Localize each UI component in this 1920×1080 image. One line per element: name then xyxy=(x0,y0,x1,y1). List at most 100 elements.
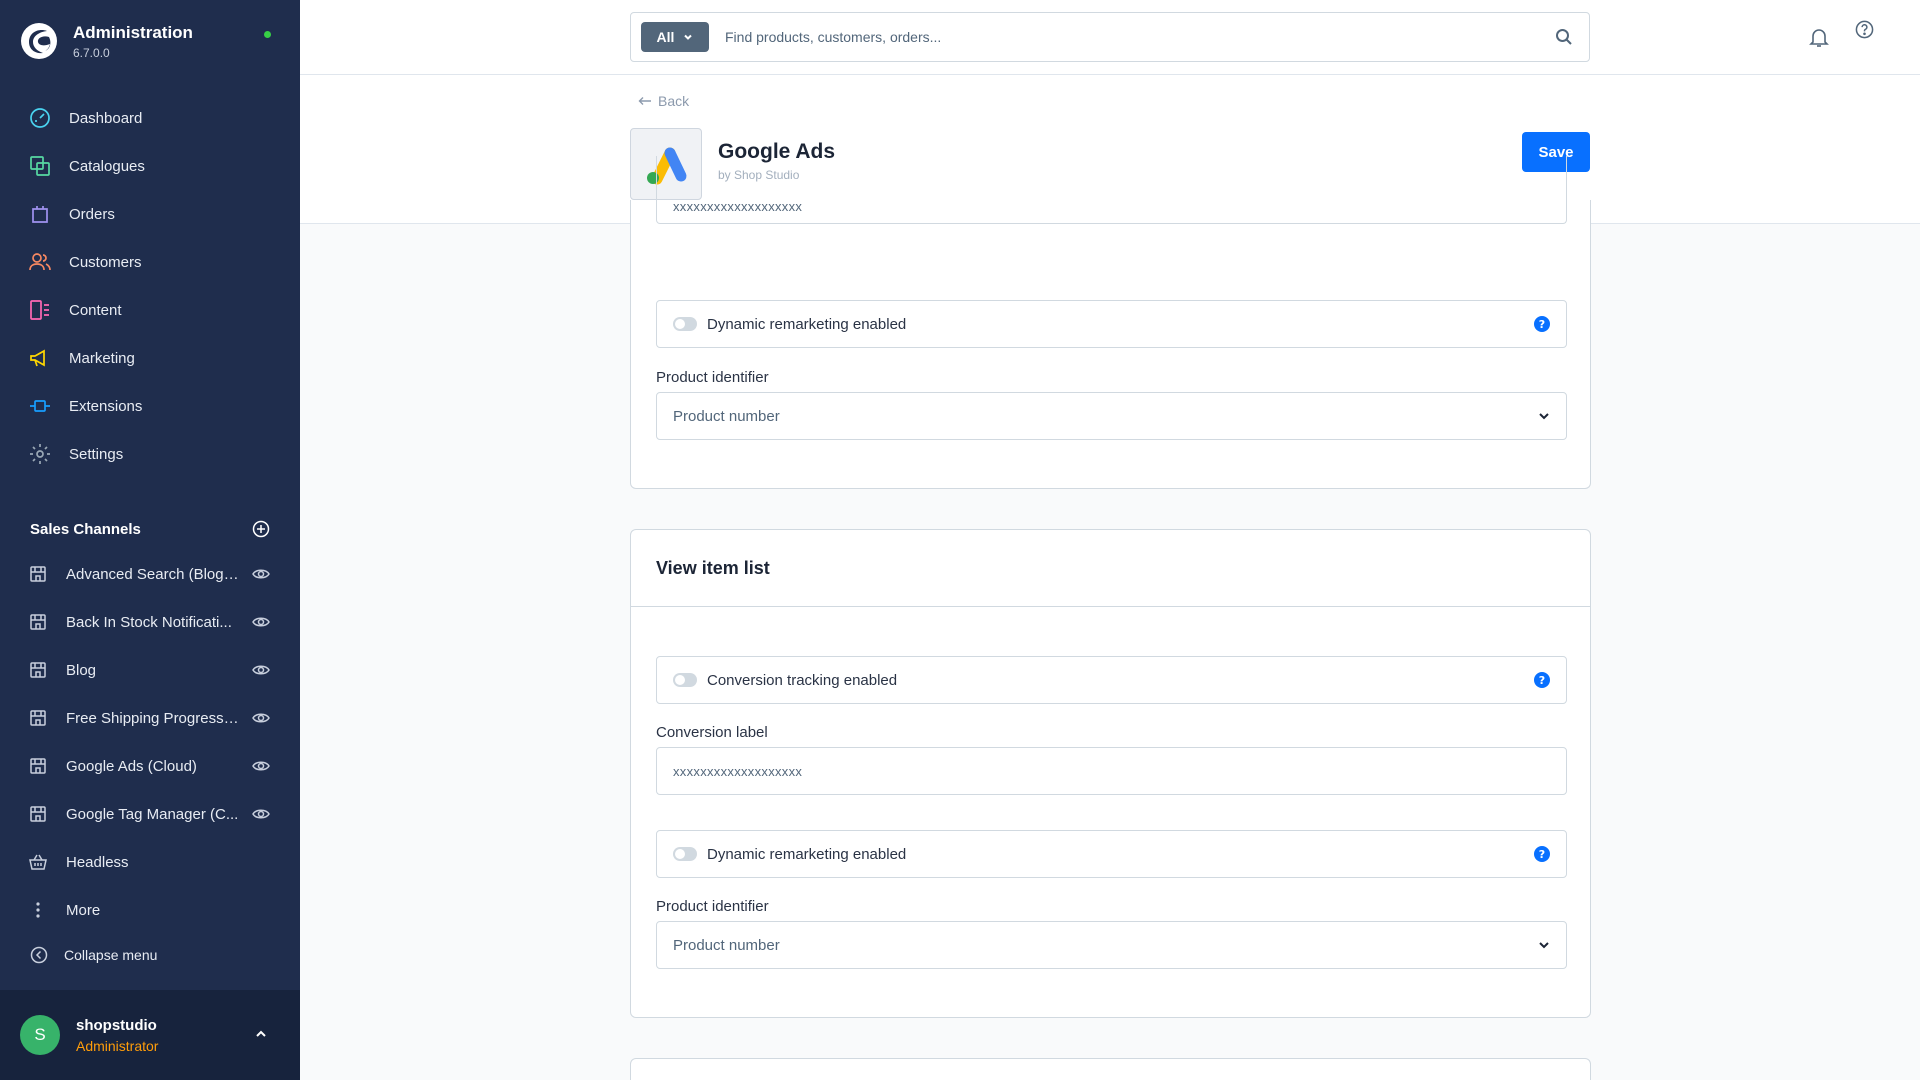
nav-item-orders[interactable]: Orders xyxy=(0,190,300,238)
nav-item-settings[interactable]: Settings xyxy=(0,430,300,478)
nav-label: Marketing xyxy=(69,349,135,367)
bell-icon[interactable] xyxy=(1808,26,1830,48)
nav-label: Extensions xyxy=(69,397,143,415)
add-sales-channel-icon[interactable] xyxy=(252,520,270,538)
nav-item-dashboard[interactable]: Dashboard xyxy=(0,94,300,142)
svg-text:?: ? xyxy=(1539,848,1545,861)
sales-channel-item[interactable]: Headless xyxy=(0,838,300,886)
chevron-down-icon xyxy=(1539,942,1549,949)
eye-icon[interactable] xyxy=(252,805,270,823)
sales-channel-item[interactable]: Free Shipping Progress ... xyxy=(0,694,300,742)
marketing-icon xyxy=(30,349,45,367)
search-type-select[interactable]: All xyxy=(641,22,709,52)
help-info-icon[interactable]: ? xyxy=(1534,316,1550,332)
nav-item-marketing[interactable]: Marketing xyxy=(0,334,300,382)
sales-channel-item[interactable]: Blog xyxy=(0,646,300,694)
customers-icon xyxy=(29,253,51,271)
sidebar: Administration 6.7.0.0 Dashboard Catalog… xyxy=(0,0,300,1080)
nav-label: Orders xyxy=(69,205,115,223)
sales-channel-item[interactable]: Google Tag Manager (C... xyxy=(0,790,300,838)
eye-icon[interactable] xyxy=(252,565,270,583)
nav-label: Content xyxy=(69,301,122,319)
eye-icon[interactable] xyxy=(252,661,270,679)
conversion-label-field: Conversion label xxxxxxxxxxxxxxxxxxx xyxy=(656,724,1567,795)
more-vertical-icon xyxy=(36,902,40,918)
sales-channels-title: Sales Channels xyxy=(30,520,141,538)
conversion-tracking-toggle-box: Conversion tracking enabled ? xyxy=(656,656,1567,704)
sales-channel-item[interactable]: Google Ads (Cloud) xyxy=(0,742,300,790)
field-label: Product identifier xyxy=(656,369,769,386)
view-item-list-card: View item list Conversion tracking enabl… xyxy=(630,529,1591,1018)
card-title: View item list xyxy=(656,557,770,578)
nav-item-extensions[interactable]: Extensions xyxy=(0,382,300,430)
storefront-icon xyxy=(30,710,46,726)
settings-icon xyxy=(30,444,50,464)
chevron-down-icon xyxy=(684,34,693,40)
sales-channel-more[interactable]: More xyxy=(0,886,300,934)
user-menu[interactable]: S shopstudio Administrator xyxy=(0,990,300,1080)
nav-label: Settings xyxy=(69,445,124,463)
config-card-previous: xxxxxxxxxxxxxxxxxxx Dynamic remarketing … xyxy=(630,156,1591,489)
collapse-menu-button[interactable]: Collapse menu xyxy=(30,946,157,964)
conversion-label-input[interactable]: xxxxxxxxxxxxxxxxxxx xyxy=(656,156,1567,224)
storefront-icon xyxy=(30,614,46,630)
select-value: Product number xyxy=(673,407,780,425)
search-input[interactable] xyxy=(725,29,1545,45)
sales-channel-label: Headless xyxy=(66,853,129,871)
sales-channel-label: Advanced Search (Blog ... xyxy=(66,565,240,583)
user-name: shopstudio xyxy=(76,1016,157,1034)
search-icon[interactable] xyxy=(1555,28,1573,46)
sales-channel-label: Back In Stock Notificati... xyxy=(66,613,232,631)
status-indicator xyxy=(264,31,271,38)
field-label: Conversion label xyxy=(656,724,768,741)
back-link[interactable]: Back xyxy=(638,93,689,109)
help-icon[interactable] xyxy=(1855,20,1874,39)
product-identifier-field: Product identifier Product number xyxy=(656,369,1567,440)
global-search: All xyxy=(630,12,1590,62)
field-label: Product identifier xyxy=(656,898,769,915)
dashboard-icon xyxy=(30,108,50,128)
eye-icon[interactable] xyxy=(252,757,270,775)
avatar: S xyxy=(20,1015,60,1055)
product-identifier-select[interactable]: Product number xyxy=(656,392,1567,440)
extensions-icon xyxy=(30,400,50,412)
user-role: Administrator xyxy=(76,1037,159,1054)
nav-label: Customers xyxy=(69,253,142,271)
eye-icon[interactable] xyxy=(252,709,270,727)
help-info-icon[interactable]: ? xyxy=(1534,846,1550,862)
conversion-label-input[interactable]: xxxxxxxxxxxxxxxxxxx xyxy=(656,747,1567,795)
product-identifier-field: Product identifier Product number xyxy=(656,898,1567,969)
sales-channel-label: More xyxy=(66,901,101,919)
sales-channel-item[interactable]: Advanced Search (Blog ... xyxy=(0,550,300,598)
content-icon xyxy=(30,300,49,320)
nav-item-content[interactable]: Content xyxy=(0,286,300,334)
help-info-icon[interactable]: ? xyxy=(1534,672,1550,688)
app-version: 6.7.0.0 xyxy=(73,45,110,60)
nav-item-customers[interactable]: Customers xyxy=(0,238,300,286)
remarketing-toggle-field: Dynamic remarketing enabled ? xyxy=(656,830,1567,878)
chevron-up-icon[interactable] xyxy=(254,1027,268,1041)
nav-item-catalogues[interactable]: Catalogues xyxy=(0,142,300,190)
collapse-icon xyxy=(30,946,48,964)
conversion-tracking-toggle[interactable] xyxy=(673,673,697,687)
toggle-label: Dynamic remarketing enabled xyxy=(707,315,907,333)
sales-channel-item[interactable]: Back In Stock Notificati... xyxy=(0,598,300,646)
remarketing-toggle[interactable] xyxy=(673,847,697,861)
sales-channel-label: Google Tag Manager (C... xyxy=(66,805,239,823)
card-header: View item list xyxy=(631,530,1590,607)
svg-text:?: ? xyxy=(1539,674,1545,687)
main-nav: Dashboard Catalogues Orders Customers Co… xyxy=(0,94,300,478)
eye-icon[interactable] xyxy=(252,613,270,631)
nav-label: Catalogues xyxy=(69,157,145,175)
storefront-icon xyxy=(30,662,46,678)
search-type-label: All xyxy=(656,29,675,45)
catalogue-icon xyxy=(30,156,50,176)
config-card-next xyxy=(630,1058,1591,1080)
toggle-label: Dynamic remarketing enabled xyxy=(707,845,907,863)
sales-channel-label: Google Ads (Cloud) xyxy=(66,757,197,775)
collapse-label: Collapse menu xyxy=(64,947,158,963)
storefront-icon xyxy=(30,806,46,822)
brand[interactable]: Administration 6.7.0.0 xyxy=(20,22,193,60)
remarketing-toggle[interactable] xyxy=(673,317,697,331)
product-identifier-select[interactable]: Product number xyxy=(656,921,1567,969)
